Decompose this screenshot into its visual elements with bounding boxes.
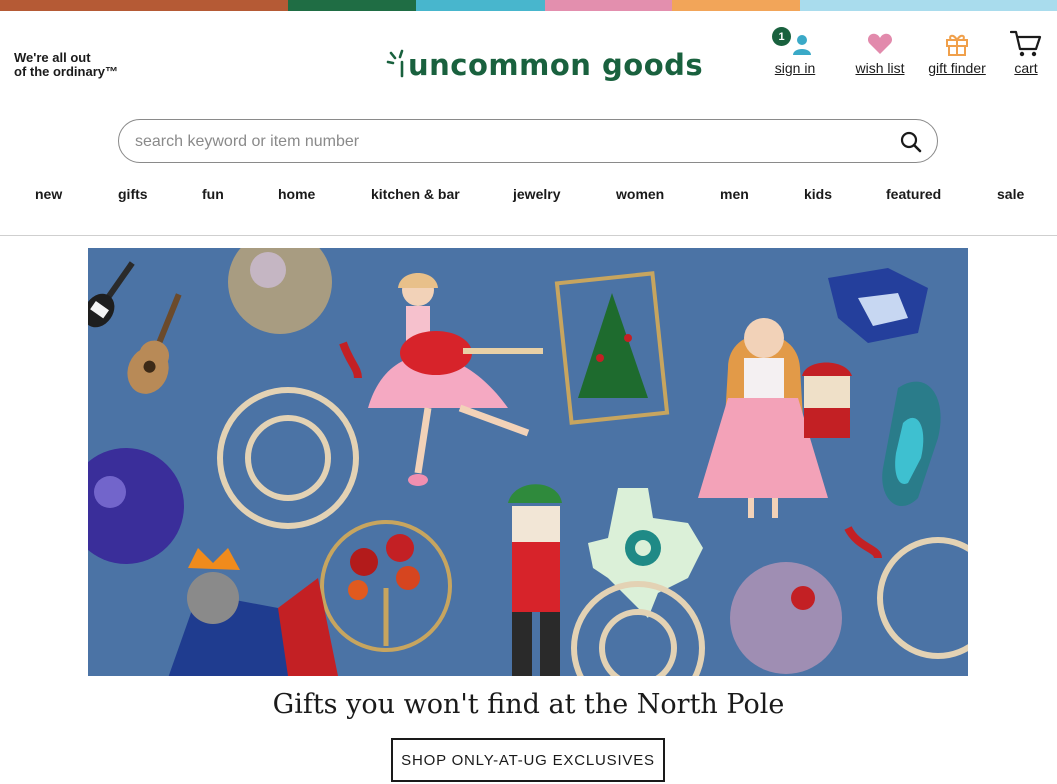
hero-headline: Gifts you won't find at the North Pole bbox=[272, 689, 785, 720]
notification-badge: 1 bbox=[772, 27, 791, 46]
nav-item-women[interactable]: women bbox=[616, 186, 664, 202]
shop-exclusives-button[interactable]: SHOP ONLY-AT-UG EXCLUSIVES bbox=[391, 738, 665, 782]
cart-link[interactable]: cart bbox=[1008, 30, 1044, 76]
search-icon[interactable] bbox=[899, 130, 923, 154]
stripe-segment bbox=[288, 0, 416, 11]
search-bar bbox=[118, 119, 938, 163]
wish-list-label: wish list bbox=[855, 60, 905, 76]
red-glass-ornament bbox=[730, 562, 842, 674]
stripe-segment bbox=[145, 0, 288, 11]
gift-finder-label: gift finder bbox=[928, 60, 986, 76]
wish-list-link[interactable]: wish list bbox=[854, 30, 906, 76]
nav-item-men[interactable]: men bbox=[720, 186, 749, 202]
header-divider bbox=[0, 235, 1057, 236]
sign-in-link[interactable]: 1 sign in bbox=[772, 27, 818, 76]
stripe-segment bbox=[672, 0, 800, 11]
cart-icon bbox=[1008, 30, 1044, 58]
site-logo[interactable]: uncommon goods bbox=[386, 42, 703, 88]
cart-label: cart bbox=[1014, 60, 1038, 76]
hero-banner-image[interactable] bbox=[88, 248, 968, 676]
brand-color-stripe bbox=[0, 0, 1057, 11]
nav-item-kitchen-bar[interactable]: kitchen & bar bbox=[371, 186, 460, 202]
logo-wordmark: uncommon goods bbox=[408, 48, 704, 82]
tagline-line-2: of the ordinary™ bbox=[14, 64, 119, 79]
nav-item-jewelry[interactable]: jewelry bbox=[513, 186, 560, 202]
nav-item-sale[interactable]: sale bbox=[997, 186, 1024, 202]
stripe-segment bbox=[545, 0, 672, 11]
nav-item-fun[interactable]: fun bbox=[202, 186, 224, 202]
nav-item-featured[interactable]: featured bbox=[886, 186, 941, 202]
sign-in-label: sign in bbox=[774, 60, 816, 76]
stripe-segment bbox=[928, 0, 1057, 11]
heart-icon bbox=[854, 30, 906, 58]
stripe-segment bbox=[416, 0, 545, 11]
logo-sunburst-icon bbox=[386, 48, 406, 82]
stripe-segment bbox=[0, 0, 145, 11]
gift-finder-link[interactable]: gift finder bbox=[924, 30, 990, 76]
stripe-segment bbox=[800, 0, 928, 11]
nutcracker-small-ornament bbox=[802, 362, 852, 438]
nav-item-kids[interactable]: kids bbox=[804, 186, 832, 202]
nav-item-new[interactable]: new bbox=[35, 186, 62, 202]
person-icon: 1 bbox=[772, 27, 818, 58]
gift-icon bbox=[924, 30, 990, 58]
brand-tagline: We're all out of the ordinary™ bbox=[14, 51, 118, 79]
nav-item-gifts[interactable]: gifts bbox=[118, 186, 148, 202]
nav-item-home[interactable]: home bbox=[278, 186, 315, 202]
main-category-nav: new gifts fun home kitchen & bar jewelry… bbox=[0, 186, 1057, 214]
search-input[interactable] bbox=[135, 130, 875, 154]
tagline-line-1: We're all out bbox=[14, 50, 91, 65]
